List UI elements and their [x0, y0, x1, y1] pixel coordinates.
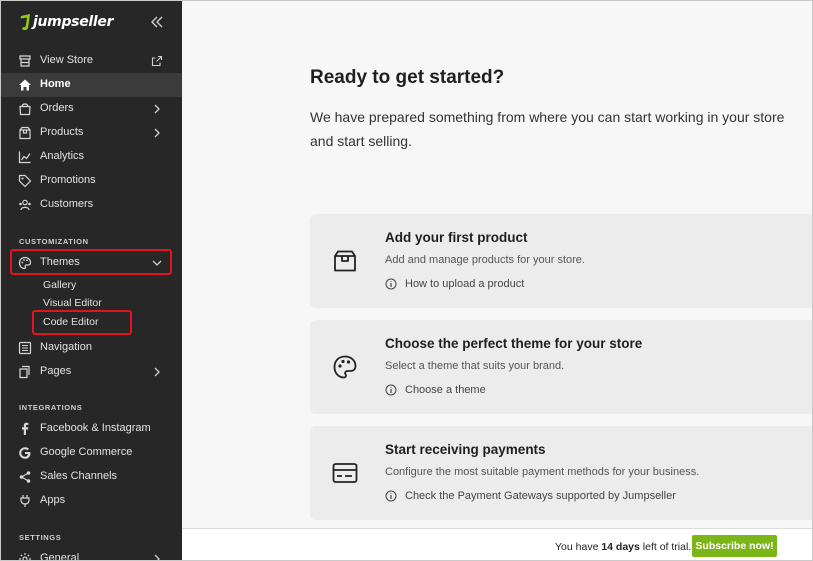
users-icon: [19, 199, 31, 211]
card-receive-payments[interactable]: Start receiving payments Configure the m…: [310, 426, 812, 520]
sidebar-item-pages[interactable]: Pages: [1, 360, 182, 384]
card-description: Add and manage products for your store.: [385, 254, 585, 266]
box-icon: [334, 250, 356, 272]
sidebar-item-label: Home: [40, 78, 71, 90]
section-title-customization: CUSTOMIZATION: [19, 237, 89, 246]
plug-icon: [20, 495, 30, 507]
themes-highlight-box: [10, 249, 172, 275]
sidebar-item-general[interactable]: General: [1, 547, 182, 561]
sidebar-item-label: Promotions: [40, 174, 96, 186]
sidebar-item-view-store[interactable]: View Store: [1, 49, 182, 73]
home-icon: [19, 79, 31, 91]
card-title: Add your first product: [385, 230, 528, 245]
chevron-right-icon: [154, 128, 160, 138]
sidebar-item-customers[interactable]: Customers: [1, 193, 182, 217]
chevron-right-icon: [154, 367, 160, 377]
google-icon: [19, 447, 31, 459]
sidebar-subitem-visual-editor[interactable]: Visual Editor: [43, 297, 102, 309]
card-help-link-text: Choose a theme: [405, 384, 486, 396]
subscribe-now-button[interactable]: Subscribe now!: [692, 535, 777, 557]
main-content: Ready to get started? We have prepared s…: [182, 1, 812, 560]
sidebar-item-label: Analytics: [40, 150, 85, 162]
sidebar-item-orders[interactable]: Orders: [1, 97, 182, 121]
sidebar-item-label: Facebook & Instagram: [40, 422, 151, 434]
section-title-integrations: INTEGRATIONS: [19, 403, 83, 412]
chevron-right-icon: [154, 104, 160, 114]
sidebar-item-navigation[interactable]: Navigation: [1, 336, 182, 360]
external-link-icon: [151, 55, 163, 67]
page-title: Ready to get started?: [310, 67, 505, 88]
card-help-link[interactable]: How to upload a product: [385, 278, 524, 290]
info-icon: [385, 490, 397, 502]
sidebar-item-google-commerce[interactable]: Google Commerce: [1, 441, 182, 465]
chart-line-icon: [18, 151, 31, 164]
facebook-icon: [22, 422, 29, 435]
pages-icon: [19, 365, 30, 379]
sidebar-item-sales-channels[interactable]: Sales Channels: [1, 465, 182, 489]
sidebar-item-label: Navigation: [40, 341, 92, 353]
trial-days-left: 14 days: [601, 541, 640, 553]
sidebar-item-apps[interactable]: Apps: [1, 489, 182, 513]
card-title: Start receiving payments: [385, 442, 546, 457]
card-choose-theme[interactable]: Choose the perfect theme for your store …: [310, 320, 812, 414]
card-description: Configure the most suitable payment meth…: [385, 466, 700, 478]
sidebar-item-facebook-instagram[interactable]: Facebook & Instagram: [1, 417, 182, 441]
list-icon: [18, 341, 32, 355]
trial-text-after: left of trial.: [639, 541, 692, 553]
sidebar-item-home[interactable]: Home: [1, 73, 182, 97]
card-description: Select a theme that suits your brand.: [385, 360, 565, 372]
sidebar-item-label: Customers: [40, 198, 94, 210]
sidebar-item-label: View Store: [40, 54, 93, 66]
brand-name: jumpseller: [33, 14, 114, 30]
app-window: jumpseller View Store Home Orders Produc…: [0, 0, 813, 561]
sidebar-item-label: General: [40, 552, 80, 561]
section-title-settings: SETTINGS: [19, 533, 62, 542]
sidebar-item-label: Pages: [40, 365, 72, 377]
sidebar-item-label: Sales Channels: [40, 470, 118, 482]
sidebar-item-label: Google Commerce: [40, 446, 133, 458]
sidebar: jumpseller View Store Home Orders Produc…: [1, 1, 182, 561]
chevron-right-icon: [154, 554, 160, 560]
trial-text-before: You have: [555, 541, 602, 553]
sidebar-subitem-gallery[interactable]: Gallery: [43, 279, 76, 291]
card-help-link[interactable]: Choose a theme: [385, 384, 486, 396]
sidebar-item-label: Orders: [40, 102, 74, 114]
shopping-bag-icon: [19, 103, 31, 116]
card-help-link-text: Check the Payment Gateways supported by …: [405, 490, 676, 502]
card-help-link[interactable]: Check the Payment Gateways supported by …: [385, 490, 676, 502]
sidebar-item-analytics[interactable]: Analytics: [1, 145, 182, 169]
credit-card-icon: [332, 463, 358, 483]
share-icon: [19, 471, 31, 483]
card-title: Choose the perfect theme for your store: [385, 336, 643, 351]
card-add-product[interactable]: Add your first product Add and manage pr…: [310, 214, 812, 308]
info-icon: [385, 384, 397, 396]
sidebar-item-products[interactable]: Products: [1, 121, 182, 145]
card-help-link-text: How to upload a product: [405, 278, 525, 290]
brand-logo[interactable]: jumpseller: [19, 11, 114, 33]
palette-icon: [333, 355, 357, 379]
sidebar-item-label: Apps: [40, 494, 66, 506]
intro-text: We have prepared something from where yo…: [310, 109, 785, 149]
sidebar-item-promotions[interactable]: Promotions: [1, 169, 182, 193]
gear-icon: [19, 553, 31, 560]
jumpseller-logo-icon: [20, 14, 30, 30]
double-chevron-left-icon[interactable]: [149, 12, 165, 32]
sidebar-item-label: Products: [40, 126, 84, 138]
store-icon: [19, 55, 31, 67]
code-editor-highlight-box: [32, 310, 132, 335]
tag-icon: [18, 174, 32, 188]
trial-bar: You have 14 days left of trial. Subscrib…: [182, 528, 812, 560]
info-icon: [385, 278, 397, 290]
box-icon: [19, 126, 31, 140]
trial-message: You have 14 days left of trial.: [555, 541, 691, 553]
